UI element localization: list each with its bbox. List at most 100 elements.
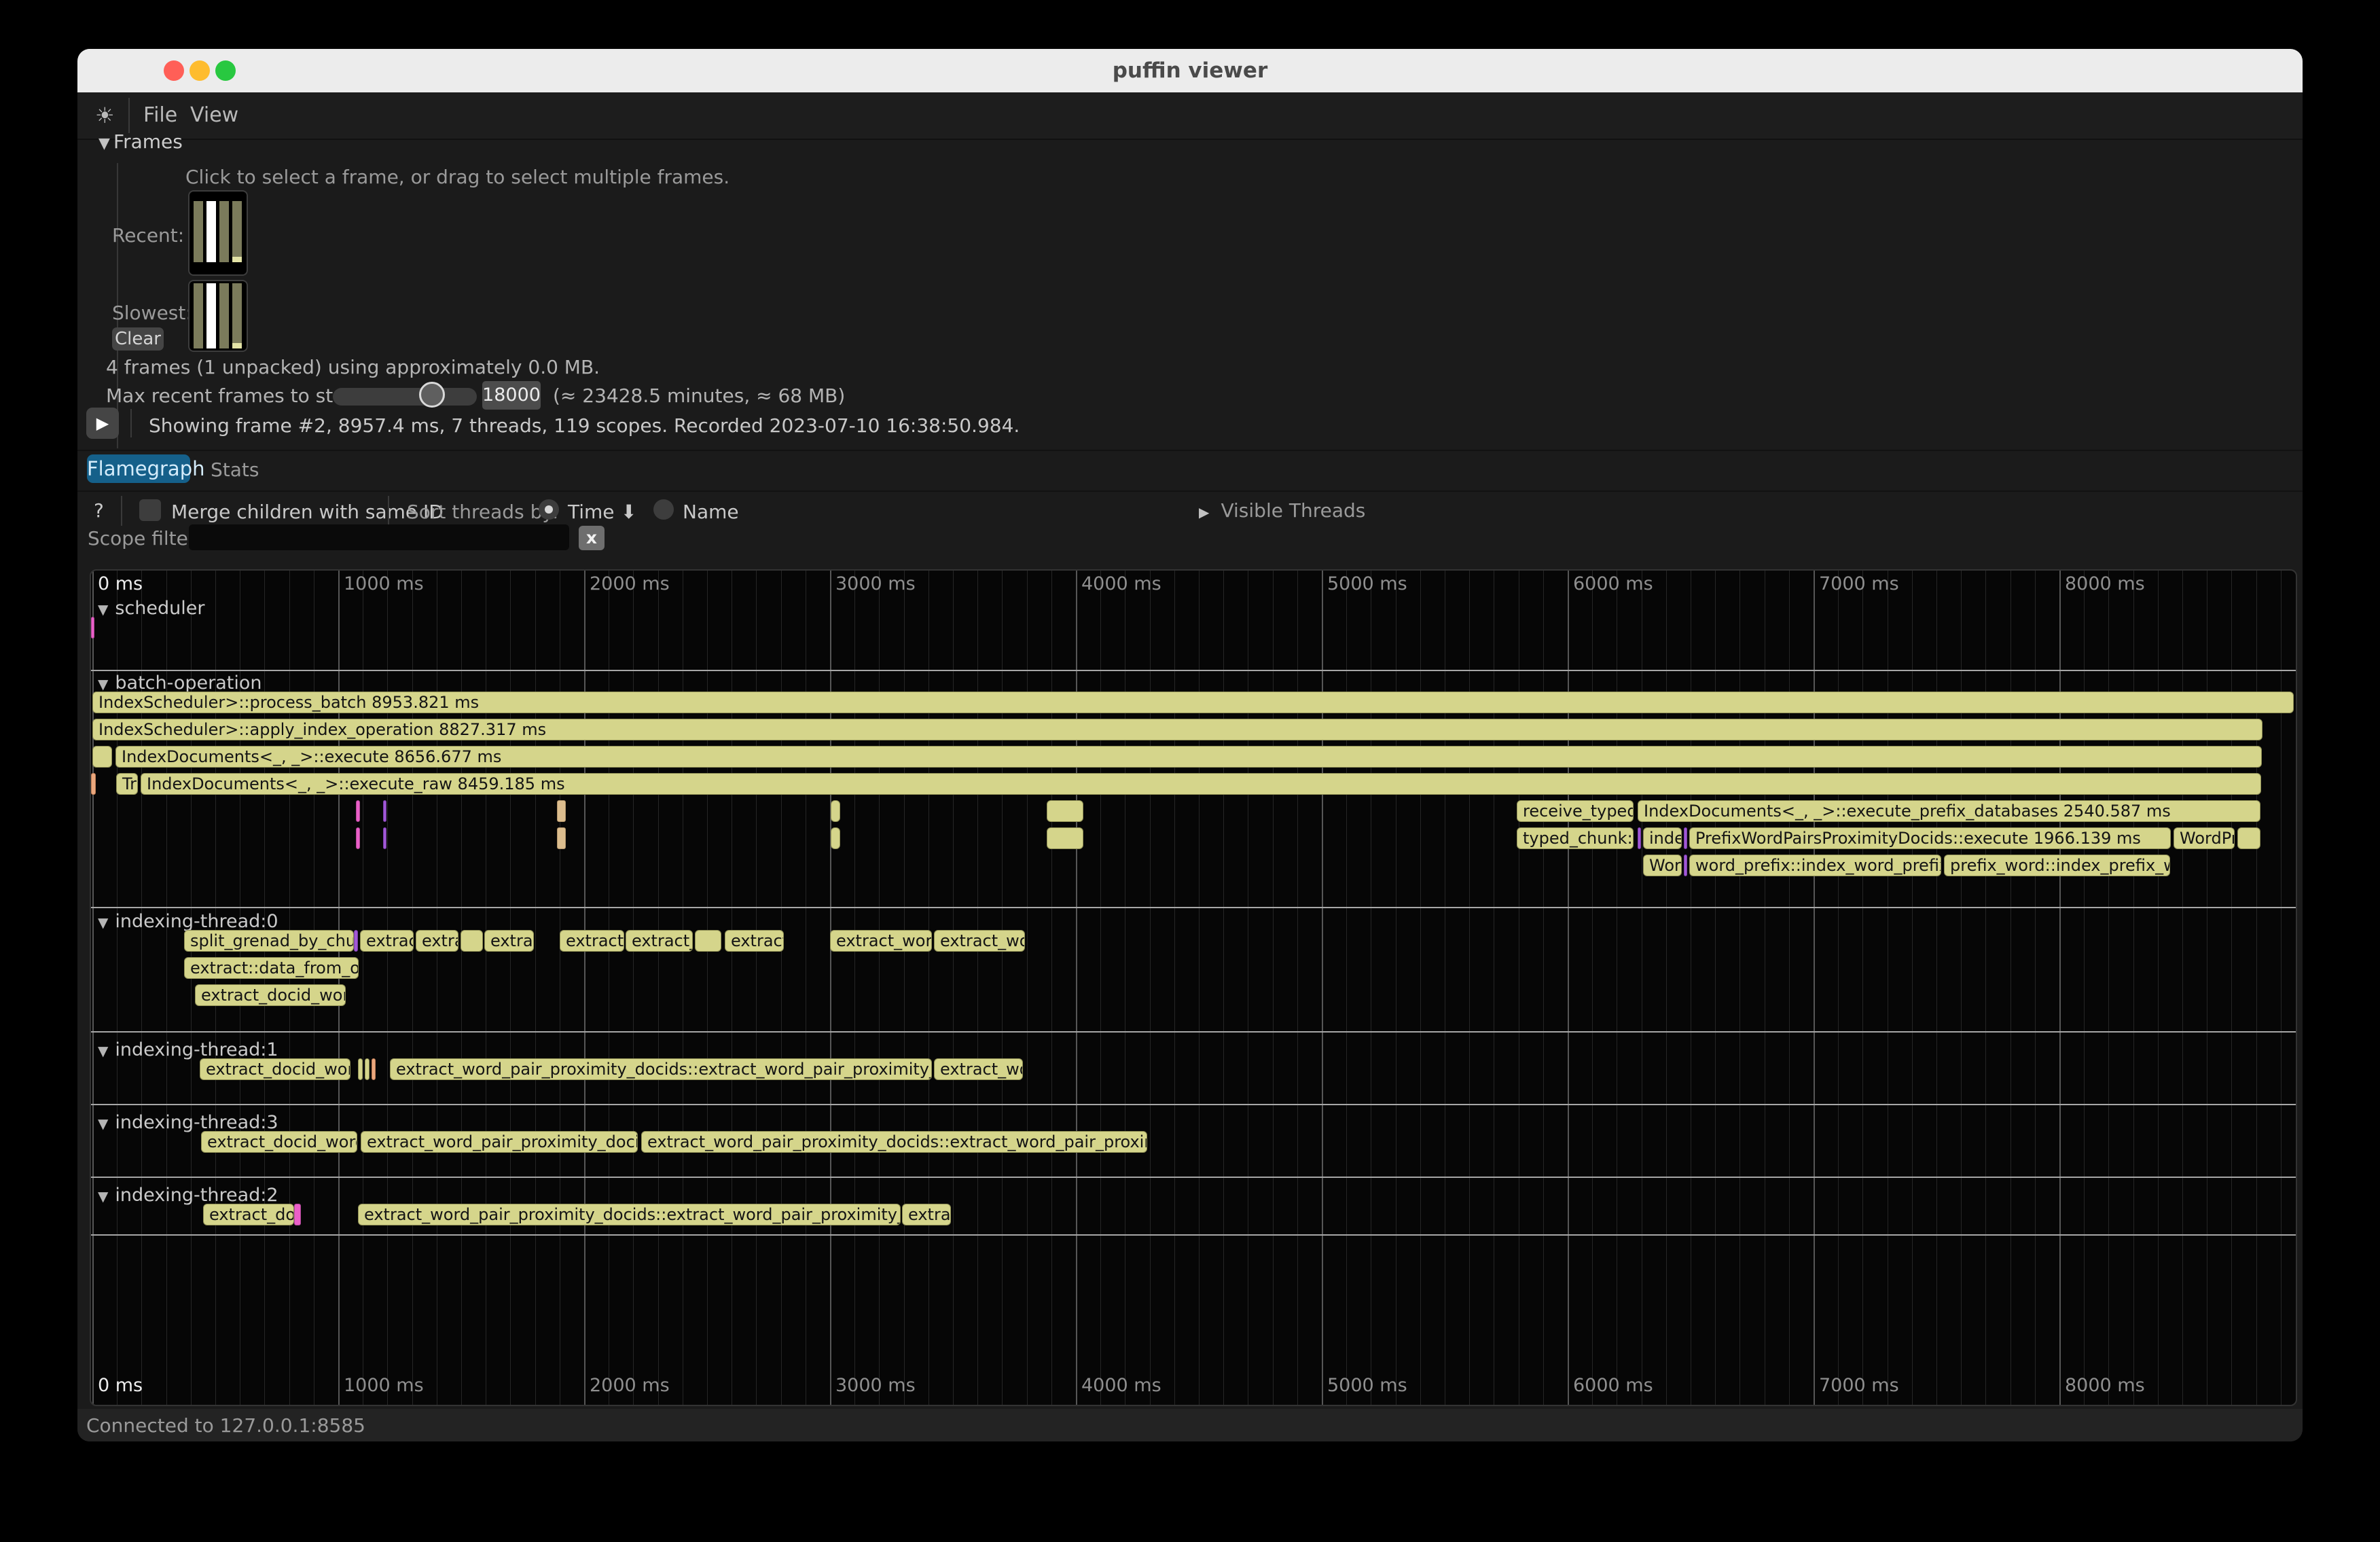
scope-bar-small[interactable] [92, 746, 112, 768]
frame-bar[interactable] [206, 201, 216, 262]
sort-direction-arrow-icon[interactable]: ⬇ [621, 501, 636, 523]
tab-stats[interactable]: Stats [211, 459, 259, 481]
sort-time-label[interactable]: Time [568, 501, 615, 523]
scope-bar[interactable]: extract [725, 930, 784, 952]
scope-bar[interactable]: Trans [116, 773, 138, 795]
slowest-frames-thumbnail[interactable] [188, 280, 248, 352]
scope-bar[interactable]: extract_docid_word [200, 1058, 350, 1080]
thread-header-batch-operation[interactable]: ▼batch-operation [98, 673, 262, 694]
scope-bar-small[interactable] [695, 930, 721, 952]
scope-bar[interactable]: extract_doc [203, 1204, 294, 1225]
scope-bar-small[interactable] [1638, 827, 1641, 849]
scope-bar-small[interactable] [91, 617, 94, 639]
max-frames-slider-track[interactable] [333, 388, 477, 406]
max-frames-value[interactable]: 18000 [482, 381, 541, 410]
scope-bar-small[interactable] [557, 800, 566, 822]
thread-header-indexing-thread:2[interactable]: ▼indexing-thread:2 [98, 1185, 278, 1206]
scope-bar[interactable]: extract_docid_word [195, 984, 346, 1006]
scope-bar-small[interactable] [557, 827, 566, 849]
merge-children-checkbox[interactable] [139, 499, 161, 521]
sort-name-radio[interactable] [653, 499, 674, 520]
scope-bar[interactable]: extract_ [626, 930, 693, 952]
frames-section-header[interactable]: ▼ Frames [98, 130, 183, 153]
thread-header-indexing-thread:0[interactable]: ▼indexing-thread:0 [98, 911, 278, 932]
scope-bar-small[interactable] [91, 773, 96, 795]
scope-bar-small[interactable] [1684, 855, 1687, 876]
frame-bar[interactable] [219, 283, 229, 348]
scope-bar[interactable]: IndexDocuments<_, _>::execute_raw 8459.1… [141, 773, 2261, 795]
scope-filter-input[interactable] [189, 524, 569, 550]
flamegraph-canvas[interactable]: 0 ms1000 ms2000 ms3000 ms4000 ms5000 ms6… [90, 569, 2297, 1406]
frame-bar[interactable] [206, 283, 216, 348]
scope-bar[interactable]: IndexScheduler>::process_batch 8953.821 … [92, 692, 2294, 713]
play-button[interactable]: ▶ [86, 408, 119, 439]
help-button[interactable]: ? [94, 499, 104, 522]
scope-bar[interactable]: IndexScheduler>::apply_index_operation 8… [92, 719, 2262, 740]
scope-bar-small[interactable] [2237, 827, 2260, 849]
collapse-triangle-icon: ▼ [98, 1115, 108, 1132]
scope-bar-small[interactable] [1047, 827, 1083, 849]
scope-bar[interactable]: word_prefix::index_word_prefix_ [1689, 855, 1941, 876]
scope-bar-small[interactable] [356, 800, 360, 822]
sort-time-radio[interactable] [539, 499, 559, 520]
scope-bar[interactable]: IndexDocuments<_, _>::execute 8656.677 m… [115, 746, 2262, 768]
scope-bar[interactable]: prefix_word::index_prefix_wo [1944, 855, 2170, 876]
frame-bar[interactable] [219, 201, 229, 262]
thread-header-indexing-thread:1[interactable]: ▼indexing-thread:1 [98, 1039, 278, 1060]
scope-bar[interactable]: extract_ [560, 930, 624, 952]
scope-bar[interactable]: extract_wo [934, 930, 1025, 952]
scope-bar-small[interactable] [383, 827, 386, 849]
scope-bar[interactable]: extra [416, 930, 458, 952]
scope-bar[interactable]: extrac [484, 930, 534, 952]
scope-bar-small[interactable] [356, 827, 360, 849]
recent-frames-thumbnail[interactable] [188, 190, 248, 276]
scope-bar-small[interactable] [294, 1204, 301, 1225]
scope-bar[interactable]: index [1643, 827, 1682, 849]
merge-children-label[interactable]: Merge children with same ID [171, 501, 444, 523]
scope-bar[interactable]: Word [1643, 855, 1682, 876]
scope-bar[interactable]: extract_wo [934, 1058, 1023, 1080]
scope-bar-small[interactable] [831, 800, 840, 822]
scope-bar[interactable]: IndexDocuments<_, _>::execute_prefix_dat… [1638, 800, 2260, 822]
clear-frames-button[interactable]: Clear [112, 327, 164, 351]
frame-bar-tip [232, 257, 242, 262]
thread-header-indexing-thread:3[interactable]: ▼indexing-thread:3 [98, 1112, 278, 1133]
scope-bar[interactable]: WordPr [2174, 827, 2235, 849]
scope-bar[interactable]: extract_word [830, 930, 932, 952]
thread-section-separator [91, 1104, 2296, 1105]
scope-bar[interactable]: extract_word_pair_proximity_docids::extr… [390, 1058, 932, 1080]
scope-bar[interactable]: extract [360, 930, 414, 952]
scope-bar-small[interactable] [831, 827, 840, 849]
visible-threads-header[interactable]: ▶ Visible Threads [1199, 499, 1365, 522]
scope-bar[interactable]: extrac [902, 1204, 951, 1225]
scope-bar[interactable]: extract_word_pair_proximity_docids [361, 1131, 638, 1153]
scope-bar-small[interactable] [365, 1058, 369, 1080]
title-bar[interactable]: puffin viewer [77, 49, 2303, 92]
tab-flamegraph[interactable]: Flamegraph [87, 454, 190, 483]
scope-bar[interactable]: extract_word_pair_proximity_docids::extr… [358, 1204, 901, 1225]
scope-bar-small[interactable] [372, 1058, 376, 1080]
scope-bar-small[interactable] [1047, 800, 1083, 822]
scope-bar-small[interactable] [383, 800, 386, 822]
scope-bar[interactable]: typed_chunk::w [1517, 827, 1634, 849]
frame-bar[interactable] [232, 201, 242, 262]
scope-bar-small[interactable] [358, 1058, 363, 1080]
thread-header-scheduler[interactable]: ▼scheduler [98, 598, 205, 619]
frame-bar[interactable] [232, 283, 242, 348]
scope-bar[interactable]: extract_docid_word [201, 1131, 357, 1153]
max-frames-slider-handle[interactable] [419, 382, 445, 408]
scope-bar[interactable]: extract::data_from_ob [184, 957, 359, 979]
scope-bar[interactable]: PrefixWordPairsProximityDocids::execute … [1689, 827, 2171, 849]
axis-tick-label: 5000 ms [1327, 1375, 1407, 1396]
menu-view[interactable]: View [190, 92, 238, 139]
frame-bar[interactable] [194, 283, 203, 348]
scope-bar[interactable]: split_grenad_by_chun [184, 930, 354, 952]
scope-bar-small[interactable] [461, 930, 483, 952]
sort-name-label[interactable]: Name [683, 501, 739, 523]
scope-bar-small[interactable] [354, 930, 358, 952]
scope-bar[interactable]: receive_typed_ [1517, 800, 1634, 822]
clear-filter-button[interactable]: x [579, 526, 605, 550]
scope-bar[interactable]: extract_word_pair_proximity_docids::extr… [641, 1131, 1147, 1153]
scope-bar-small[interactable] [1684, 827, 1687, 849]
frame-bar[interactable] [194, 201, 203, 262]
